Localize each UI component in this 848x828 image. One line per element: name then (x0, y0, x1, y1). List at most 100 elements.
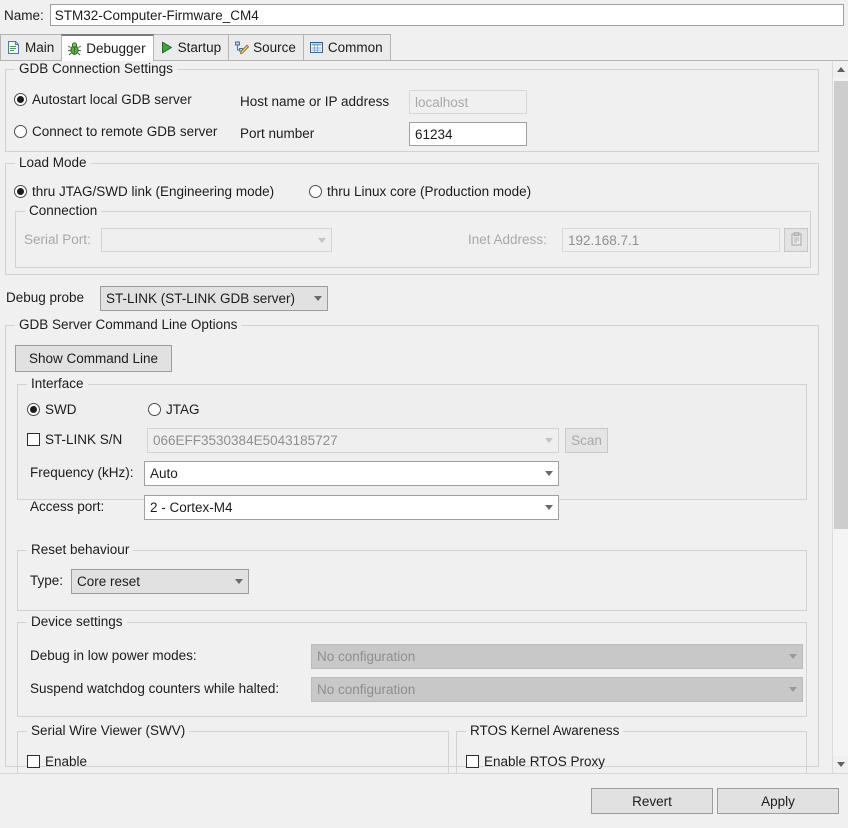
serial-port-dropdown (101, 228, 332, 252)
debug-probe-value: ST-LINK (ST-LINK GDB server) (106, 291, 296, 306)
tab-common-label: Common (327, 40, 383, 55)
checkbox-indicator (27, 755, 40, 768)
stlink-serial-value: 066EFF3530384E5043185727 (153, 433, 338, 448)
host-name-input: localhost (409, 90, 527, 114)
radio-indicator (14, 185, 27, 198)
name-label: Name: (4, 7, 44, 23)
inet-address-label: Inet Address: (468, 232, 547, 247)
low-power-dropdown: No configuration (311, 644, 803, 669)
serial-port-label: Serial Port: (24, 232, 91, 247)
tab-source[interactable]: Source (228, 34, 304, 60)
radio-autostart-local-gdb-server[interactable]: Autostart local GDB server (14, 92, 192, 107)
device-settings-group: Device settings Debug in low power modes… (17, 614, 807, 717)
access-port-dropdown[interactable]: 2 - Cortex-M4 (144, 495, 559, 520)
connection-legend: Connection (25, 203, 102, 218)
checkbox-swv-enable[interactable]: Enable (27, 754, 87, 769)
checkbox-rtos-enable[interactable]: Enable RTOS Proxy (466, 754, 605, 769)
copy-inet-address-button (784, 228, 808, 252)
edit-icon (234, 40, 250, 55)
tab-common[interactable]: Common (302, 34, 391, 60)
chevron-down-icon (837, 762, 845, 767)
chevron-down-icon (784, 687, 802, 692)
tab-debugger[interactable]: Debugger (61, 34, 154, 61)
interface-group: Interface SWD JTAG ST-LINK S/N 066EFF353… (17, 376, 807, 520)
chevron-down-icon (784, 654, 802, 659)
bug-icon (67, 41, 82, 56)
chevron-down-icon (313, 238, 331, 243)
debug-probe-label: Debug probe (6, 290, 85, 305)
chevron-down-icon (540, 505, 558, 510)
radio-connect-remote-gdb-server[interactable]: Connect to remote GDB server (14, 124, 217, 139)
access-port-value: 2 - Cortex-M4 (150, 500, 233, 515)
configuration-name-input[interactable]: STM32-Computer-Firmware_CM4 (49, 4, 844, 26)
gdb-connection-settings-group: GDB Connection Settings Autostart local … (5, 61, 819, 152)
frequency-label: Frequency (kHz): (30, 465, 134, 480)
frequency-value: Auto (150, 466, 178, 481)
tab-startup-label: Startup (177, 40, 222, 55)
settings-scroll-area: GDB Connection Settings Autostart local … (0, 61, 848, 773)
rtos-enable-label: Enable RTOS Proxy (484, 754, 606, 769)
scroll-up-button[interactable] (833, 61, 848, 78)
gdb-server-options-legend: GDB Server Command Line Options (15, 317, 242, 332)
radio-remote-label: Connect to remote GDB server (32, 124, 218, 139)
chevron-down-icon (540, 438, 558, 443)
watchdog-dropdown: No configuration (311, 677, 803, 702)
access-port-label: Access port: (30, 499, 105, 514)
serial-wire-viewer-group: Serial Wire Viewer (SWV) Enable (17, 723, 449, 773)
reset-behaviour-legend: Reset behaviour (27, 542, 134, 557)
apply-button[interactable]: Apply (717, 788, 839, 814)
radio-linux-label: thru Linux core (Production mode) (327, 184, 532, 199)
tab-main[interactable]: Main (0, 34, 63, 60)
port-number-label: Port number (240, 126, 315, 141)
chevron-down-icon (230, 579, 248, 584)
reset-type-dropdown[interactable]: Core reset (71, 569, 249, 594)
radio-jtag[interactable]: JTAG (148, 402, 200, 417)
low-power-value: No configuration (317, 649, 416, 664)
document-icon (6, 40, 21, 55)
play-icon (159, 40, 174, 55)
radio-indicator (148, 403, 161, 416)
radio-swd[interactable]: SWD (27, 402, 77, 417)
revert-button[interactable]: Revert (591, 788, 713, 814)
frequency-dropdown[interactable]: Auto (144, 461, 559, 486)
interface-legend: Interface (27, 376, 88, 391)
tab-source-label: Source (253, 40, 296, 55)
table-icon (309, 40, 324, 55)
reset-type-label: Type: (30, 573, 64, 588)
tab-main-label: Main (25, 40, 55, 55)
radio-swd-label: SWD (45, 402, 77, 417)
name-row: Name: STM32-Computer-Firmware_CM4 (0, 0, 848, 30)
show-command-line-button[interactable]: Show Command Line (15, 345, 172, 372)
chevron-down-icon (309, 296, 327, 301)
scroll-down-button[interactable] (833, 756, 848, 773)
watchdog-label: Suspend watchdog counters while halted: (30, 681, 280, 696)
debug-probe-dropdown[interactable]: ST-LINK (ST-LINK GDB server) (100, 286, 328, 311)
scrollbar-thumb[interactable] (834, 81, 848, 529)
port-number-input[interactable]: 61234 (409, 122, 527, 146)
load-mode-legend: Load Mode (15, 155, 91, 170)
stlink-serial-label: ST-LINK S/N (45, 432, 123, 447)
dialog-footer: Revert Apply (0, 773, 848, 828)
low-power-label: Debug in low power modes: (30, 648, 197, 663)
debug-configuration-dialog: Name: STM32-Computer-Firmware_CM4 Main D… (0, 0, 848, 828)
tab-bar: Main Debugger Startup Source Common (0, 34, 848, 61)
radio-indicator (14, 125, 27, 138)
radio-autostart-label: Autostart local GDB server (32, 92, 192, 107)
radio-thru-jtag-swd[interactable]: thru JTAG/SWD link (Engineering mode) (14, 184, 274, 199)
radio-jtag-label: thru JTAG/SWD link (Engineering mode) (32, 184, 275, 199)
tab-startup[interactable]: Startup (152, 34, 230, 60)
swv-enable-label: Enable (45, 754, 88, 769)
swv-legend: Serial Wire Viewer (SWV) (27, 723, 190, 738)
chevron-up-icon (837, 67, 845, 72)
vertical-scrollbar[interactable] (832, 61, 848, 773)
radio-thru-linux-core[interactable]: thru Linux core (Production mode) (309, 184, 531, 199)
scan-button: Scan (565, 428, 608, 453)
watchdog-value: No configuration (317, 682, 416, 697)
load-mode-group: Load Mode thru JTAG/SWD link (Engineerin… (5, 155, 819, 275)
radio-indicator (14, 93, 27, 106)
host-name-label: Host name or IP address (240, 94, 390, 109)
rtos-legend: RTOS Kernel Awareness (466, 723, 624, 738)
radio-jtag-label: JTAG (166, 402, 200, 417)
stlink-serial-dropdown: 066EFF3530384E5043185727 (147, 428, 559, 453)
checkbox-stlink-serial-number[interactable]: ST-LINK S/N (27, 432, 122, 447)
